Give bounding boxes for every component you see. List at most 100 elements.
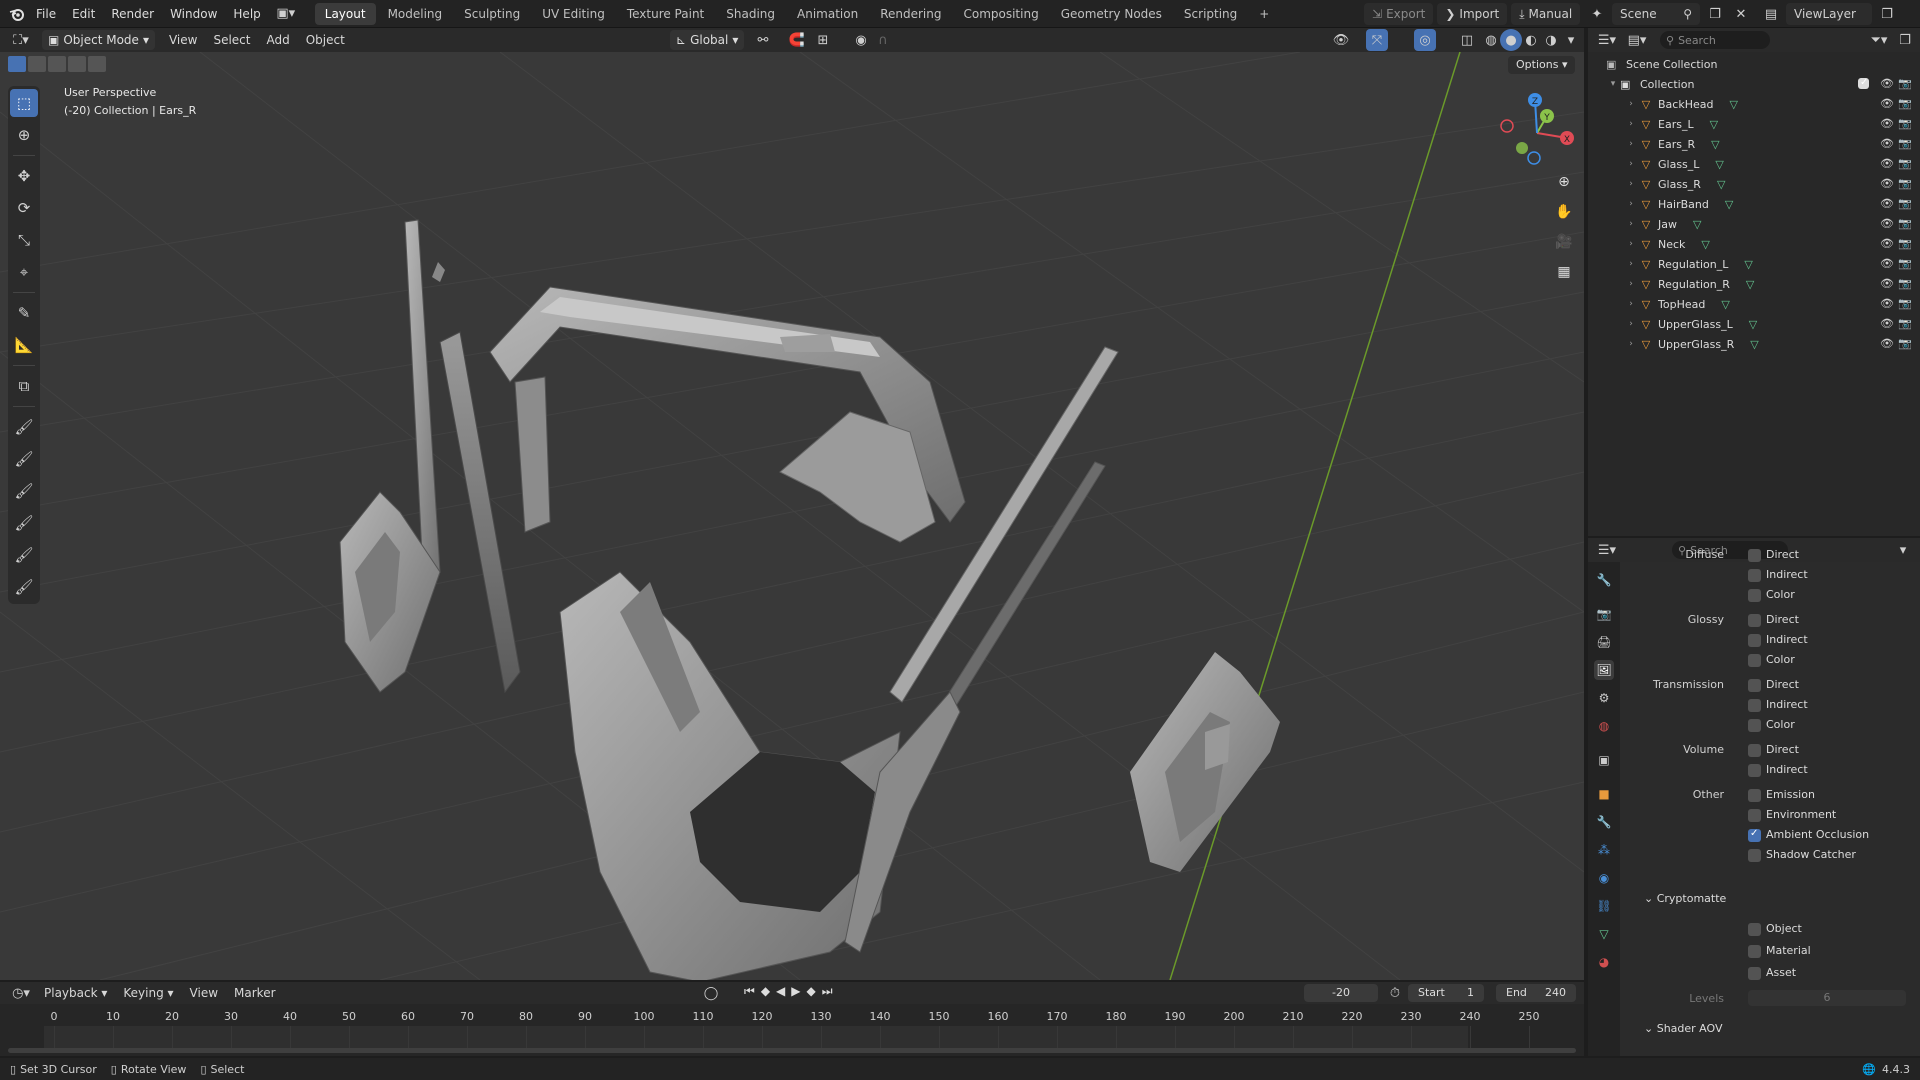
pass-checkbox[interactable]	[1748, 589, 1761, 602]
pivot-point-icon[interactable]: ⚯	[752, 29, 774, 51]
timeline-menu-playback[interactable]: Playback ▾	[36, 986, 115, 1000]
expand-icon[interactable]: ›	[1624, 339, 1638, 349]
camera-icon[interactable]: 📷	[1898, 117, 1912, 130]
expand-icon[interactable]: ›	[1624, 199, 1638, 209]
outliner-object-row[interactable]: › ▽ Regulation_L ▽ 👁 📷	[1588, 254, 1920, 274]
modifier-tab-icon[interactable]: 🔧	[1594, 812, 1614, 832]
collapse-icon[interactable]: ▾	[1606, 79, 1620, 89]
mesh-data-icon[interactable]: ▽	[1749, 318, 1757, 331]
tab-rendering[interactable]: Rendering	[870, 3, 951, 25]
camera-view-icon[interactable]: 🎥	[1552, 230, 1576, 254]
eye-icon[interactable]: 👁	[1880, 337, 1894, 350]
eye-icon[interactable]: 👁	[1880, 177, 1894, 190]
material-preview-icon[interactable]: ◐	[1520, 29, 1542, 51]
properties-editor-icon[interactable]: ☰▾	[1592, 539, 1622, 561]
wireframe-shading-icon[interactable]: ◍	[1480, 29, 1502, 51]
cryptomatte-panel-header[interactable]: ⌄ Cryptomatte	[1644, 892, 1726, 905]
pass-checkbox[interactable]	[1748, 614, 1761, 627]
tab-scripting[interactable]: Scripting	[1174, 3, 1247, 25]
tab-shading[interactable]: Shading	[716, 3, 785, 25]
blender-logo-icon[interactable]	[6, 3, 28, 25]
visibility-icon[interactable]: 👁	[1330, 29, 1352, 51]
pass-checkbox[interactable]	[1748, 744, 1761, 757]
menu-file[interactable]: File	[28, 0, 64, 28]
camera-icon[interactable]: 📷	[1898, 237, 1912, 250]
cryptomatte-checkbox[interactable]	[1748, 967, 1761, 980]
cursor-tool-icon[interactable]: ⊕	[10, 121, 38, 149]
scene-icon[interactable]: ✦	[1586, 3, 1608, 25]
eye-icon[interactable]: 👁	[1880, 277, 1894, 290]
start-frame-field[interactable]: Start 1	[1408, 984, 1484, 1002]
current-frame-field[interactable]: -20	[1304, 984, 1378, 1002]
menu-help[interactable]: Help	[225, 0, 268, 28]
tool-tab-icon[interactable]: 🔧	[1594, 570, 1614, 590]
mesh-data-icon[interactable]: ▽	[1711, 138, 1719, 151]
manual-button[interactable]: ⤓ Manual	[1511, 3, 1581, 25]
brush-tool-2-icon[interactable]: 🖌	[10, 445, 38, 473]
constraints-tab-icon[interactable]: ⛓	[1594, 896, 1614, 916]
viewlayer-selector[interactable]: ViewLayer	[1786, 3, 1872, 25]
pass-checkbox[interactable]	[1748, 849, 1761, 862]
viewport-menu-select[interactable]: Select	[205, 33, 258, 47]
brush-tool-4-icon[interactable]: 🖌	[10, 509, 38, 537]
camera-icon[interactable]: 📷	[1898, 197, 1912, 210]
object-tab-icon[interactable]: ■	[1594, 784, 1614, 804]
expand-icon[interactable]: ›	[1624, 219, 1638, 229]
camera-icon[interactable]: 📷	[1898, 257, 1912, 270]
collection-row[interactable]: ▾▣ Collection 👁 📷	[1588, 74, 1920, 94]
cryptomatte-checkbox[interactable]	[1748, 945, 1761, 958]
expand-icon[interactable]: ›	[1624, 179, 1638, 189]
preview-range-icon[interactable]: ⏱	[1384, 982, 1406, 1004]
camera-icon[interactable]: 📷	[1898, 177, 1912, 190]
end-frame-field[interactable]: End 240	[1496, 984, 1576, 1002]
camera-icon[interactable]: 📷	[1898, 157, 1912, 170]
tab-sculpting[interactable]: Sculpting	[454, 3, 530, 25]
expand-icon[interactable]: ›	[1624, 139, 1638, 149]
outliner-object-row[interactable]: › ▽ UpperGlass_R ▽ 👁 📷	[1588, 334, 1920, 354]
3d-viewport[interactable]: User Perspective (-20) Collection | Ears…	[0, 52, 1584, 980]
pass-checkbox[interactable]	[1748, 789, 1761, 802]
overlay-toggle-icon[interactable]: ◎	[1414, 29, 1436, 51]
tab-modeling[interactable]: Modeling	[378, 3, 453, 25]
timeline-scrollbar[interactable]	[8, 1048, 1576, 1053]
jump-end-icon[interactable]: ⏭	[822, 984, 833, 999]
timeline-menu-keying[interactable]: Keying ▾	[115, 986, 181, 1000]
camera-icon[interactable]: 📷	[1898, 217, 1912, 230]
mesh-data-icon[interactable]: ▽	[1721, 298, 1729, 311]
eye-icon[interactable]: 👁	[1880, 137, 1894, 150]
camera-icon[interactable]: 📷	[1898, 97, 1912, 110]
pass-checkbox[interactable]	[1748, 569, 1761, 582]
jump-start-icon[interactable]: ⏮	[744, 984, 755, 999]
expand-icon[interactable]: ›	[1624, 319, 1638, 329]
expand-icon[interactable]: ›	[1624, 299, 1638, 309]
transform-tool-icon[interactable]: ⌖	[10, 258, 38, 286]
expand-icon[interactable]: ›	[1624, 119, 1638, 129]
camera-icon[interactable]: 📷	[1898, 337, 1912, 350]
annotate-tool-icon[interactable]: ✎	[10, 299, 38, 327]
viewport-menu-view[interactable]: View	[161, 33, 205, 47]
outliner-object-row[interactable]: › ▽ Glass_L ▽ 👁 📷	[1588, 154, 1920, 174]
new-scene-icon[interactable]: ❐	[1704, 3, 1726, 25]
outliner-object-row[interactable]: › ▽ TopHead ▽ 👁 📷	[1588, 294, 1920, 314]
pass-checkbox[interactable]	[1748, 699, 1761, 712]
outliner-object-row[interactable]: › ▽ Jaw ▽ 👁 📷	[1588, 214, 1920, 234]
prev-keyframe-icon[interactable]: ◆	[761, 984, 770, 999]
view-layer-tab-icon[interactable]: 🖼	[1594, 660, 1614, 680]
eye-icon[interactable]: 👁	[1880, 77, 1894, 90]
play-icon[interactable]: ▶	[791, 984, 800, 999]
menu-render[interactable]: Render	[103, 0, 162, 28]
brush-tool-6-icon[interactable]: 🖌	[10, 573, 38, 601]
eye-icon[interactable]: 👁	[1880, 237, 1894, 250]
outliner-object-row[interactable]: › ▽ UpperGlass_L ▽ 👁 📷	[1588, 314, 1920, 334]
scene-collection-row[interactable]: ▣ Scene Collection	[1588, 54, 1920, 74]
mesh-data-icon[interactable]: ▽	[1715, 158, 1723, 171]
collection-exclude-checkbox[interactable]	[1858, 77, 1869, 89]
data-tab-icon[interactable]: ▽	[1594, 924, 1614, 944]
tab-uv-editing[interactable]: UV Editing	[532, 3, 615, 25]
outliner-object-row[interactable]: › ▽ HairBand ▽ 👁 📷	[1588, 194, 1920, 214]
tab-compositing[interactable]: Compositing	[953, 3, 1048, 25]
expand-icon[interactable]: ›	[1624, 99, 1638, 109]
shading-options-icon[interactable]: ▾	[1560, 29, 1582, 51]
mesh-data-icon[interactable]: ▽	[1746, 278, 1754, 291]
select-box-tool-icon[interactable]: ⬚	[10, 89, 38, 117]
